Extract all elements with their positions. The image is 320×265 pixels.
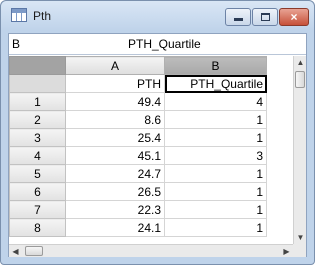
cell-b[interactable]: 1 bbox=[164, 218, 267, 237]
cell-b[interactable]: 1 bbox=[164, 200, 267, 219]
cell-b[interactable]: 3 bbox=[164, 146, 267, 165]
row-header[interactable]: 6 bbox=[9, 182, 66, 201]
horizontal-scrollbar[interactable]: ◀ ▶ bbox=[9, 244, 293, 257]
cell-a[interactable]: 25.4 bbox=[65, 128, 165, 147]
column-name-a[interactable]: PTH bbox=[65, 74, 165, 93]
scroll-down-icon[interactable]: ▼ bbox=[294, 231, 307, 244]
title-bar[interactable]: Pth × bbox=[1, 1, 314, 31]
table-row: 7 22.3 1 bbox=[9, 200, 267, 219]
vertical-scrollbar[interactable]: ▲ ▼ bbox=[293, 56, 306, 244]
table-row: 2 8.6 1 bbox=[9, 110, 267, 129]
spreadsheet-window: Pth × B PTH_Quartile A B PTH PTH_Quartil… bbox=[0, 0, 315, 265]
table-row: 1 49.4 4 bbox=[9, 92, 267, 111]
size-grip bbox=[293, 244, 306, 257]
row-header[interactable]: 4 bbox=[9, 146, 66, 165]
cell-a[interactable]: 26.5 bbox=[65, 182, 165, 201]
vertical-scroll-thumb[interactable] bbox=[295, 71, 305, 88]
row-header[interactable]: 3 bbox=[9, 128, 66, 147]
column-name-b[interactable]: PTH_Quartile bbox=[164, 74, 267, 93]
cell-b[interactable]: 1 bbox=[164, 164, 267, 183]
window-title: Pth bbox=[33, 9, 52, 23]
spreadsheet-icon bbox=[11, 8, 27, 22]
minimize-icon bbox=[234, 18, 243, 21]
row-header[interactable]: 1 bbox=[9, 92, 66, 111]
name-row-header[interactable] bbox=[9, 74, 66, 93]
scroll-right-icon[interactable]: ▶ bbox=[280, 245, 293, 258]
table-row: 8 24.1 1 bbox=[9, 218, 267, 237]
cell-a[interactable]: 45.1 bbox=[65, 146, 165, 165]
cell-reference[interactable]: B bbox=[12, 37, 20, 51]
cell-b[interactable]: 1 bbox=[164, 182, 267, 201]
row-header[interactable]: 7 bbox=[9, 200, 66, 219]
table-row: 4 45.1 3 bbox=[9, 146, 267, 165]
row-header[interactable]: 5 bbox=[9, 164, 66, 183]
close-button[interactable]: × bbox=[279, 8, 309, 26]
maximize-icon bbox=[261, 13, 270, 21]
table-row: 5 24.7 1 bbox=[9, 164, 267, 183]
formula-content[interactable]: PTH_Quartile bbox=[128, 37, 201, 51]
cell-a[interactable]: 24.1 bbox=[65, 218, 165, 237]
grid-corner[interactable] bbox=[9, 56, 66, 75]
row-header[interactable]: 8 bbox=[9, 218, 66, 237]
maximize-button[interactable] bbox=[252, 8, 278, 26]
cell-a[interactable]: 49.4 bbox=[65, 92, 165, 111]
row-header[interactable]: 2 bbox=[9, 110, 66, 129]
cell-b[interactable]: 1 bbox=[164, 128, 267, 147]
horizontal-scroll-thumb[interactable] bbox=[25, 246, 43, 256]
data-grid: A B PTH PTH_Quartile 1 49.4 4 2 8.6 1 3 … bbox=[9, 56, 293, 244]
formula-bar: B PTH_Quartile bbox=[9, 34, 306, 55]
scroll-up-icon[interactable]: ▲ bbox=[294, 56, 307, 69]
column-header-b[interactable]: B bbox=[164, 56, 267, 75]
scroll-left-icon[interactable]: ◀ bbox=[9, 245, 22, 258]
table-row: 3 25.4 1 bbox=[9, 128, 267, 147]
cell-a[interactable]: 22.3 bbox=[65, 200, 165, 219]
cell-a[interactable]: 8.6 bbox=[65, 110, 165, 129]
cell-b[interactable]: 4 bbox=[164, 92, 267, 111]
cell-a[interactable]: 24.7 bbox=[65, 164, 165, 183]
table-row: 6 26.5 1 bbox=[9, 182, 267, 201]
column-header-a[interactable]: A bbox=[65, 56, 165, 75]
close-icon: × bbox=[290, 10, 298, 24]
worksheet-area: B PTH_Quartile A B PTH PTH_Quartile 1 49 bbox=[8, 33, 307, 257]
cell-b[interactable]: 1 bbox=[164, 110, 267, 129]
minimize-button[interactable] bbox=[225, 8, 251, 26]
